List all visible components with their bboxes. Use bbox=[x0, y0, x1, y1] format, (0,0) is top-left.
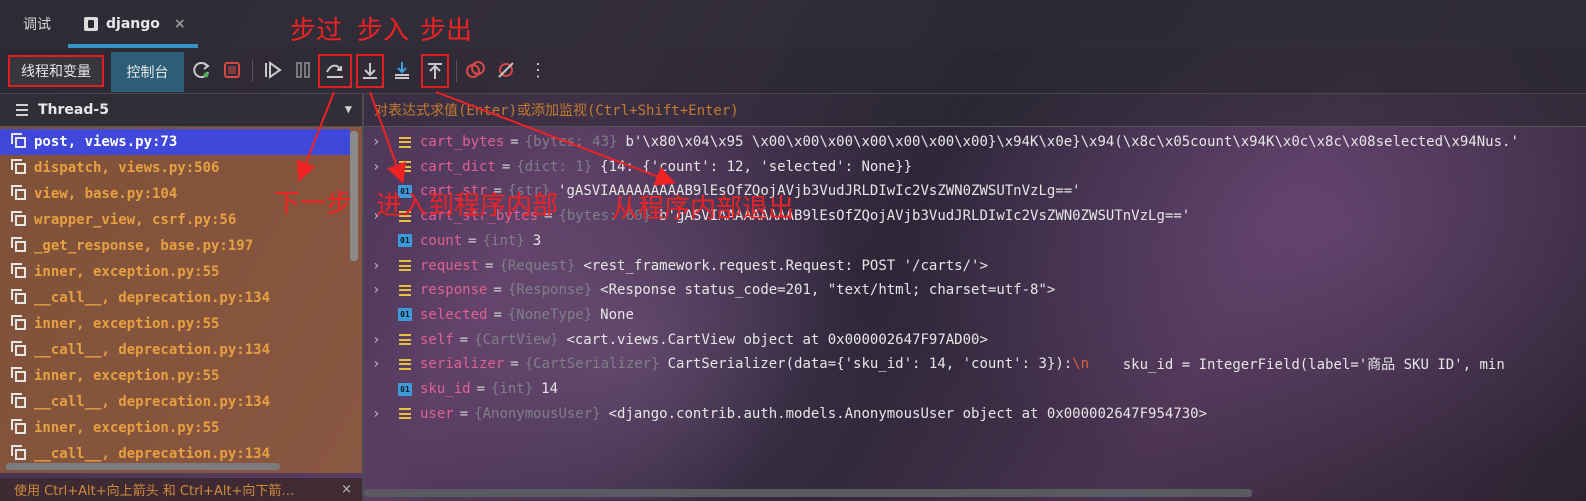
arrow-exit-program bbox=[435, 91, 676, 186]
annotation-arrows bbox=[296, 91, 676, 186]
arrow-enter-program bbox=[369, 91, 406, 184]
arrow-next-step bbox=[296, 91, 335, 182]
